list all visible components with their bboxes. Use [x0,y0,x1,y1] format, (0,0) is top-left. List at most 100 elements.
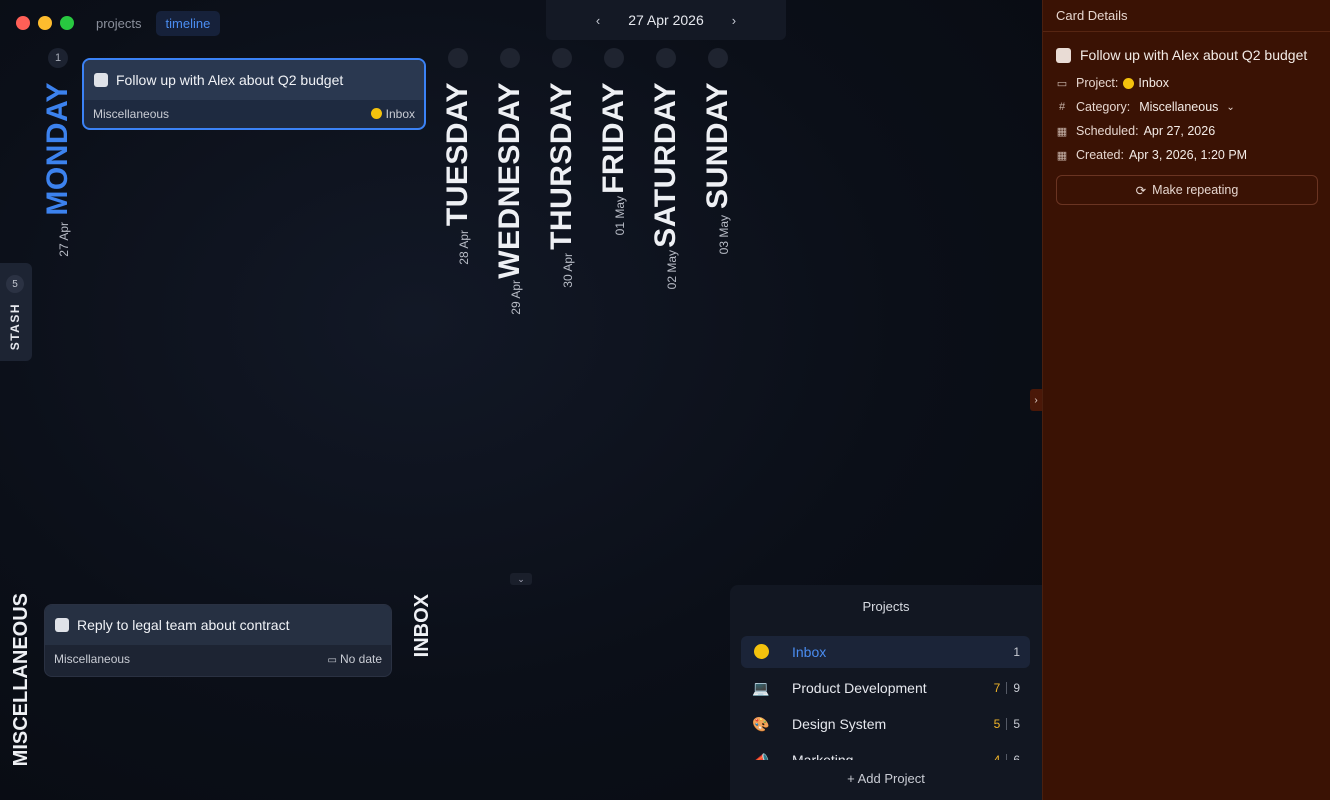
project-total: 6 [1013,753,1020,760]
task-card-selected[interactable]: Follow up with Alex about Q2 budget Misc… [82,58,426,130]
repeat-icon: ⟳ [1135,183,1147,198]
yellow-circle-icon [370,108,382,119]
prev-week-button[interactable]: ‹ [596,13,600,28]
day-name-monday[interactable]: MONDAY [41,82,74,216]
details-created-value: Apr 3, 2026, 1:20 PM [1128,148,1248,162]
laptop-icon: 💻 [752,679,770,696]
project-counts: 79 [994,681,1020,695]
add-project-button[interactable]: + Add Project [730,771,1042,786]
calendar-icon: ▭ [327,655,337,666]
projects-list: Inbox 1 💻 Product Development 79 🎨 Desig… [741,636,1030,760]
project-item-marketing[interactable]: 📣 Marketing 4 6 [741,744,1030,760]
card-project: Inbox [370,107,415,121]
megaphone-icon: 📣 [752,751,770,761]
tab-timeline[interactable]: timeline [155,11,221,36]
project-item-design-system[interactable]: 🎨 Design System 55 [741,708,1030,740]
make-repeating-label: Make repeating [1152,183,1239,197]
card-title: Follow up with Alex about Q2 budget [116,72,344,88]
project-total: 5 [1013,717,1020,731]
day-name-saturday[interactable]: SATURDAY [649,82,682,248]
details-task-title[interactable]: Follow up with Alex about Q2 budget [1080,46,1307,65]
details-scheduled-label: Scheduled: [1076,124,1139,138]
calendar-icon: ▦ [1056,125,1068,138]
day-date-sunday: 03 May [717,215,731,255]
project-counts: 55 [994,717,1020,731]
monday-task-count: 1 [48,48,68,68]
details-project-row[interactable]: ▭ Project: Inbox [1043,71,1330,95]
yellow-circle-icon [1123,77,1135,89]
task-checkbox[interactable] [55,618,69,632]
card-project-label: Inbox [385,107,415,121]
collapse-bottom-icon[interactable]: ⌄ [510,573,532,585]
day-date-monday: 27 Apr [57,222,71,257]
saturday-count-dot [656,48,676,68]
task-checkbox[interactable] [94,73,108,87]
tuesday-count-dot [448,48,468,68]
card-header: Follow up with Alex about Q2 budget [84,60,424,100]
section-label-miscellaneous: MISCELLANEOUS [10,593,32,767]
stash-tab[interactable]: 5 STASH [0,263,32,361]
details-scheduled-value: Apr 27, 2026 [1143,124,1216,138]
details-scheduled-row[interactable]: ▦ Scheduled: Apr 27, 2026 [1043,119,1330,143]
project-total: 9 [1013,681,1020,695]
project-open: 5 [993,717,1001,731]
tab-projects[interactable]: projects [86,11,152,36]
details-task: Follow up with Alex about Q2 budget [1043,32,1330,71]
project-name: Design System [792,716,887,732]
day-name-sunday[interactable]: SUNDAY [701,82,734,209]
project-counts: 1 [1013,645,1020,659]
day-date-thursday: 30 Apr [561,253,575,288]
card-category: Miscellaneous [93,107,170,121]
card-title: Reply to legal team about contract [77,617,290,633]
folder-icon: ▭ [1056,77,1068,90]
card-header: Reply to legal team about contract [45,605,391,645]
minimize-window-button[interactable] [38,16,52,30]
window-controls [16,16,74,30]
project-open: 7 [993,681,1001,695]
project-open: 4 [993,753,1001,760]
close-window-button[interactable] [16,16,30,30]
details-category-row[interactable]: # Category: Miscellaneous ⌄ [1043,95,1330,119]
day-name-wednesday[interactable]: WEDNESDAY [493,82,526,279]
day-date-friday: 01 May [613,196,627,236]
details-category-label: Category: [1076,100,1131,114]
sunday-count-dot [708,48,728,68]
zoom-window-button[interactable] [60,16,74,30]
section-label-inbox: INBOX [411,594,433,658]
day-name-tuesday[interactable]: TUESDAY [441,82,474,226]
day-date-tuesday: 28 Apr [457,230,471,265]
details-created-label: Created: [1076,148,1124,162]
project-item-inbox[interactable]: Inbox 1 [741,636,1030,668]
day-date-wednesday: 29 Apr [509,280,523,315]
project-name: Inbox [792,644,827,660]
project-item-product-development[interactable]: 💻 Product Development 79 [741,672,1030,704]
day-name-thursday[interactable]: THURSDAY [545,82,578,250]
friday-count-dot [604,48,624,68]
card-date-label: No date [339,652,382,666]
view-tabs: projects timeline [86,11,221,36]
card-footer: Miscellaneous Inbox [84,100,424,128]
project-name: Marketing [792,752,854,760]
project-name: Product Development [792,680,927,696]
card-category: Miscellaneous [54,652,131,666]
hash-icon: # [1058,101,1066,113]
stash-count: 5 [6,275,24,293]
next-week-button[interactable]: › [732,13,736,28]
project-total: 1 [1013,645,1020,659]
card-details-panel: Card Details Follow up with Alex about Q… [1042,0,1330,800]
projects-panel: Projects Inbox 1 💻 Product Development 7… [730,585,1042,800]
chevron-down-icon[interactable]: ⌄ [1226,102,1234,113]
collapse-details-button[interactable]: › [1030,389,1042,411]
make-repeating-button[interactable]: ⟳ Make repeating [1056,175,1318,205]
details-created-row: ▦ Created: Apr 3, 2026, 1:20 PM [1043,143,1330,167]
wednesday-count-dot [500,48,520,68]
details-header: Card Details [1043,0,1330,32]
calendar-icon: ▦ [1056,149,1068,162]
timeline-main: projects timeline ‹ 27 Apr 2026 › 1 MOND… [0,0,1042,800]
task-card[interactable]: Reply to legal team about contract Misce… [44,604,392,677]
day-date-saturday: 02 May [665,250,679,290]
details-task-checkbox[interactable] [1056,48,1071,63]
palette-icon: 🎨 [752,715,770,732]
day-name-friday[interactable]: FRIDAY [597,82,630,194]
card-footer: Miscellaneous ▭ No date [45,645,391,673]
